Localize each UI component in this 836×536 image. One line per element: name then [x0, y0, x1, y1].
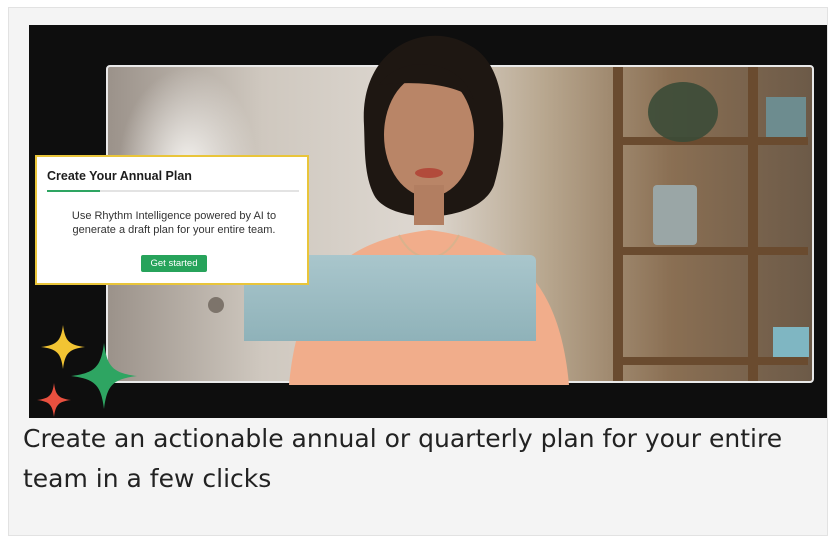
hero-image: Create Your Annual Plan Use Rhythm Intel… [29, 25, 827, 418]
feature-caption: Create an actionable annual or quarterly… [23, 424, 783, 493]
red-sparkle-icon [37, 383, 71, 417]
plan-card-title: Create Your Annual Plan [47, 169, 192, 183]
plan-card-description: Use Rhythm Intelligence powered by AI to… [71, 210, 277, 236]
get-started-button[interactable]: Get started [141, 255, 207, 272]
plan-progress-fill [47, 190, 100, 192]
green-sparkle-icon [71, 343, 137, 409]
feature-card: Create Your Annual Plan Use Rhythm Intel… [8, 7, 828, 536]
plan-card: Create Your Annual Plan Use Rhythm Intel… [35, 155, 309, 285]
